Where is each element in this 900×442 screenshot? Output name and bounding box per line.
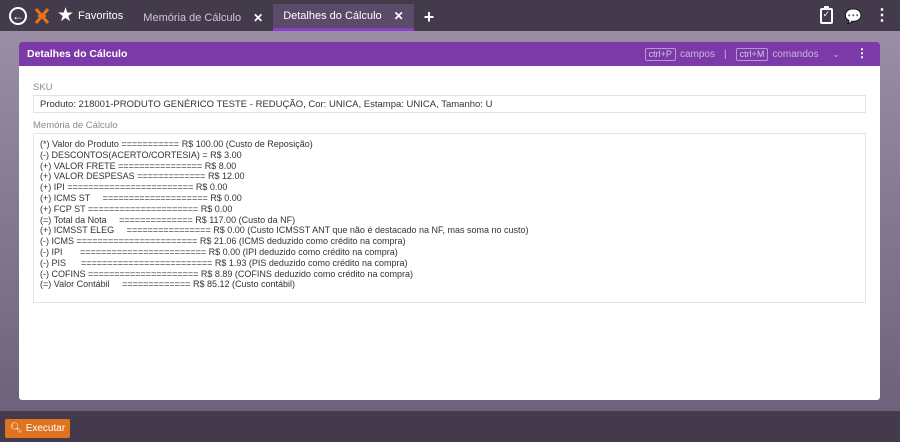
memo-line: (-) IPI ======================== R$ 0.00… (40, 246, 398, 257)
memo-line: (-) DESCONTOS(ACERTO/CORTESIA) = R$ 3.00 (40, 149, 242, 160)
search-icon: 🔍︎ (10, 423, 23, 434)
bottom-bar: 🔍︎ Executar (0, 411, 900, 442)
clipboard-check-icon[interactable] (819, 5, 833, 24)
commands-shortcut-key: ctrl+M (735, 47, 769, 61)
panel-title: Detalhes do Cálculo (27, 48, 128, 60)
app-logo-icon[interactable] (34, 7, 50, 25)
memo-line: (+) ICMSST ELEG ================ R$ 0.00… (40, 225, 529, 236)
fields-shortcut-key: ctrl+P (644, 47, 676, 61)
details-panel: Detalhes do Cálculo ctrl+P campos | ctrl… (19, 42, 880, 400)
chevron-down-icon[interactable]: ⌄ (832, 49, 840, 60)
memo-line: (=) Valor Contábil ============= R$ 85.1… (40, 279, 295, 290)
star-icon: ★ (57, 5, 75, 26)
back-arrow-icon[interactable]: ← (9, 6, 27, 25)
favorites-button[interactable]: ★ Favoritos (57, 0, 133, 31)
chat-icon[interactable]: 💬 (845, 9, 862, 23)
memo-line: (-) PIS ========================= R$ 1.9… (40, 257, 408, 268)
kebab-menu-icon[interactable]: ⋮ (874, 7, 890, 24)
memo-line: (+) VALOR DESPESAS ============= R$ 12.0… (40, 171, 245, 182)
memo-textarea[interactable]: (*) Valor do Produto =========== R$ 100.… (33, 133, 866, 303)
memo-line: (=) Total da Nota ============== R$ 117.… (40, 214, 296, 225)
tab-memoria-de-calculo[interactable]: Memória de Cálculo ✕ (133, 4, 273, 31)
memo-line: (-) COFINS ===================== R$ 8.89… (40, 268, 413, 279)
close-icon[interactable]: ✕ (253, 11, 263, 25)
hint-separator: | (723, 48, 727, 60)
memo-line: (*) Valor do Produto =========== R$ 100.… (40, 139, 313, 149)
top-bar: ← ★ Favoritos Memória de Cálculo ✕ Detal… (0, 0, 900, 31)
memo-line: (+) VALOR FRETE ================ R$ 8.00 (40, 160, 237, 171)
memo-line: (+) FCP ST ===================== R$ 0.00 (40, 203, 233, 214)
tab-label: Detalhes do Cálculo (283, 10, 382, 22)
memo-line: (-) ICMS ======================= R$ 21.0… (40, 236, 406, 247)
panel-header: Detalhes do Cálculo ctrl+P campos | ctrl… (19, 42, 880, 66)
panel-menu-icon[interactable]: ⋮ (856, 47, 868, 59)
tab-detalhes-do-calculo[interactable]: Detalhes do Cálculo ✕ (273, 4, 414, 31)
fields-shortcut-label: campos (679, 48, 715, 60)
favorites-label: Favoritos (78, 9, 124, 22)
tab-label: Memória de Cálculo (143, 11, 242, 24)
workspace: Detalhes do Cálculo ctrl+P campos | ctrl… (0, 31, 900, 411)
add-tab-icon[interactable]: + (424, 7, 435, 28)
topbar-actions: 💬 ⋮ (819, 0, 890, 31)
execute-button[interactable]: 🔍︎ Executar (5, 419, 71, 438)
sku-field[interactable]: Produto: 218001-PRODUTO GENÉRICO TESTE -… (33, 95, 866, 113)
execute-label: Executar (25, 423, 66, 434)
commands-shortcut-label: comandos (772, 48, 819, 60)
sku-label: SKU (33, 82, 53, 93)
close-icon[interactable]: ✕ (394, 9, 404, 23)
memo-line: (+) IPI ======================== R$ 0.00 (40, 182, 228, 193)
memo-label: Memória de Cálculo (33, 120, 118, 131)
shortcut-hints: ctrl+P campos | ctrl+M comandos ⌄ (644, 42, 840, 66)
memo-line: (+) ICMS ST ==================== R$ 0.00 (40, 192, 242, 203)
